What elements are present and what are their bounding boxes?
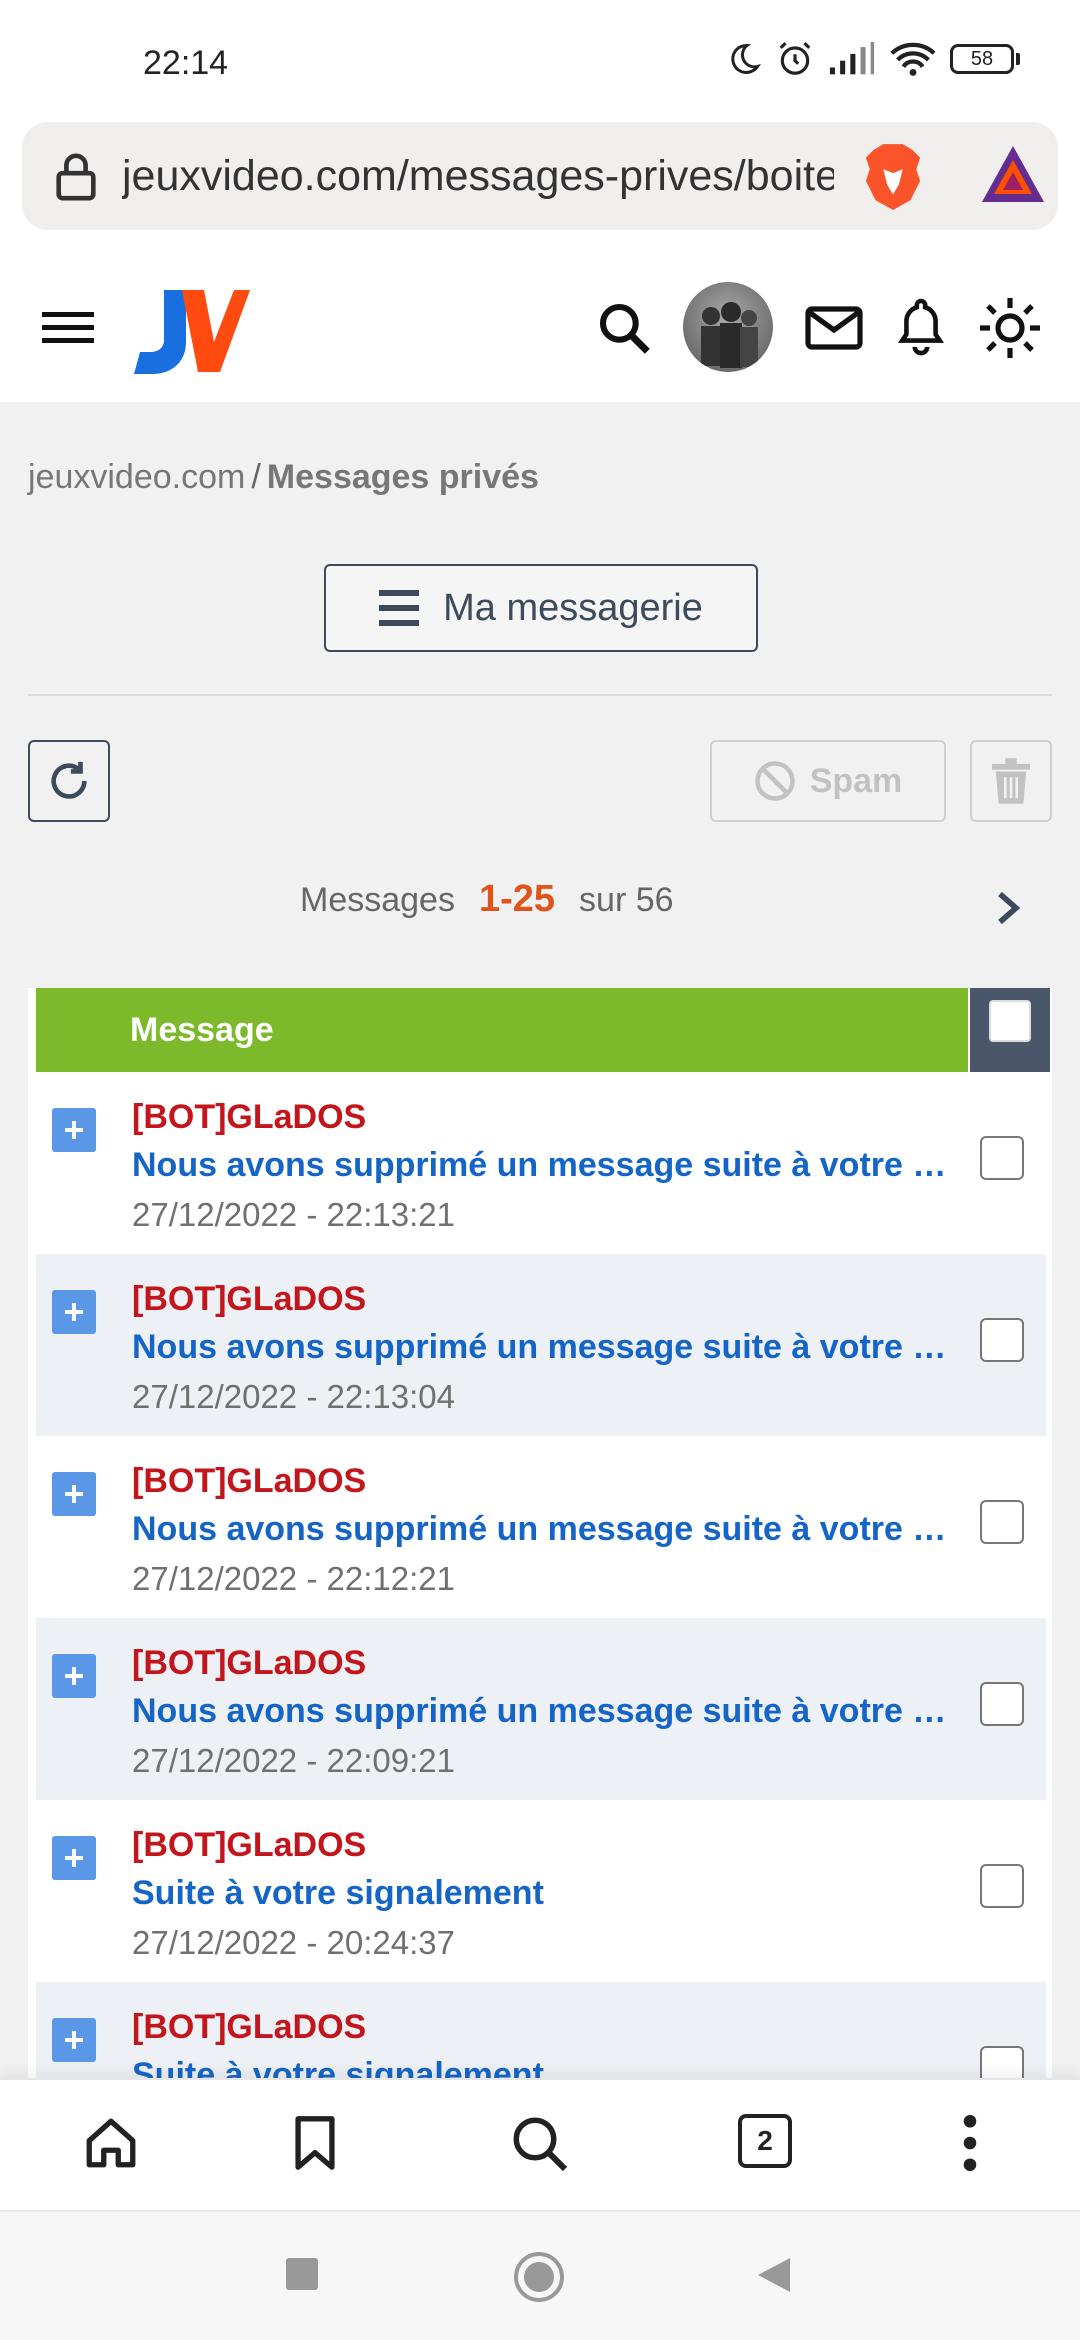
- message-subject[interactable]: Nous avons supprimé un message suite à v…: [132, 1328, 952, 1367]
- site-header: [0, 248, 1080, 402]
- plus-icon[interactable]: [52, 2018, 96, 2062]
- search-icon[interactable]: [510, 2114, 570, 2174]
- hamburger-icon[interactable]: [42, 310, 94, 346]
- message-author[interactable]: [BOT]GLaDOS: [132, 1280, 366, 1319]
- spam-button[interactable]: Spam: [710, 740, 946, 822]
- lock-icon: [56, 153, 96, 201]
- table-row[interactable]: [BOT]GLaDOS Suite à votre signalement 27…: [36, 1800, 1046, 1982]
- back-triangle-icon[interactable]: [756, 2256, 792, 2294]
- ma-messagerie-button[interactable]: Ma messagerie: [324, 564, 758, 652]
- ma-messagerie-label: Ma messagerie: [443, 586, 703, 629]
- table-row[interactable]: [BOT]GLaDOS Nous avons supprimé un messa…: [36, 1618, 1046, 1800]
- message-author[interactable]: [BOT]GLaDOS: [132, 1462, 366, 1501]
- plus-icon[interactable]: [52, 1108, 96, 1152]
- row-checkbox[interactable]: [980, 1500, 1024, 1544]
- bookmark-icon[interactable]: [290, 2114, 340, 2172]
- message-subject[interactable]: Nous avons supprimé un message suite à v…: [132, 1692, 952, 1731]
- pagination-prefix: Messages: [300, 881, 455, 919]
- breadcrumb-home[interactable]: jeuxvideo.com: [28, 458, 245, 496]
- refresh-icon: [51, 761, 87, 799]
- row-checkbox[interactable]: [980, 1864, 1024, 1908]
- message-date: 27/12/2022 - 22:13:21: [132, 1196, 455, 1233]
- breadcrumb-current: Messages privés: [266, 458, 539, 496]
- row-checkbox[interactable]: [980, 1136, 1024, 1180]
- list-icon: [379, 590, 420, 626]
- message-subject[interactable]: Suite à votre signalement: [132, 1874, 952, 1913]
- select-all-checkbox[interactable]: [970, 988, 1050, 1072]
- main-content: jeuxvideo.com / Messages privés Ma message…: [0, 402, 1080, 2078]
- spam-block-icon: [754, 761, 795, 801]
- messages-table: Message [BOT]GLaDOS Nous avons supprimé …: [28, 988, 1052, 2078]
- address-bar[interactable]: jeuxvideo.com/messages-prives/boite-rece…: [22, 122, 1058, 230]
- message-date: 27/12/2022 - 20:24:37: [132, 1924, 455, 1961]
- url-text[interactable]: jeuxvideo.com/messages-prives/boite-rece…: [122, 148, 834, 204]
- table-row[interactable]: [BOT]GLaDOS Nous avons supprimé un messa…: [36, 1254, 1046, 1436]
- status-icons: 58: [726, 40, 1020, 78]
- table-row[interactable]: [BOT]GLaDOS Nous avons supprimé un messa…: [36, 1072, 1046, 1254]
- browser-toolbar: 2: [0, 2078, 1080, 2210]
- pagination-total: sur 56: [579, 881, 674, 919]
- avatar[interactable]: [683, 282, 773, 372]
- moon-icon: [731, 43, 761, 74]
- plus-icon[interactable]: [52, 1472, 96, 1516]
- pagination-info: Messages 1-25 sur 56: [300, 878, 674, 921]
- battery-icon: 58: [950, 44, 1020, 74]
- breadcrumb-separator: /: [251, 458, 261, 496]
- home-icon[interactable]: [82, 2114, 140, 2172]
- plus-icon[interactable]: [52, 1836, 96, 1880]
- alarm-icon: [779, 42, 811, 75]
- message-author[interactable]: [BOT]GLaDOS: [132, 1644, 366, 1683]
- status-time: 22:14: [143, 44, 229, 82]
- spam-label: Spam: [809, 761, 903, 800]
- theme-sun-icon[interactable]: [978, 296, 1042, 360]
- refresh-button[interactable]: [28, 740, 110, 822]
- delete-button[interactable]: [970, 740, 1052, 822]
- home-circle-icon[interactable]: [512, 2250, 566, 2304]
- table-header: Message: [28, 988, 1052, 1072]
- row-checkbox[interactable]: [980, 2046, 1024, 2078]
- tabs-icon[interactable]: 2: [738, 2114, 792, 2168]
- row-checkbox[interactable]: [980, 1318, 1024, 1362]
- table-row[interactable]: [BOT]GLaDOS Suite à votre signalement: [36, 1982, 1046, 2078]
- breadcrumb: jeuxvideo.com / Messages privés: [28, 458, 539, 497]
- message-subject[interactable]: Suite à votre signalement: [132, 2056, 952, 2078]
- recents-square-icon[interactable]: [284, 2256, 320, 2292]
- system-nav-bar: [0, 2210, 1080, 2340]
- pagination-range: 1-25: [478, 878, 556, 920]
- message-author[interactable]: [BOT]GLaDOS: [132, 1098, 366, 1137]
- message-date: 27/12/2022 - 22:13:04: [132, 1378, 455, 1415]
- row-checkbox[interactable]: [980, 1682, 1024, 1726]
- divider: [28, 694, 1052, 696]
- trash-icon: [992, 758, 1030, 804]
- plus-icon[interactable]: [52, 1654, 96, 1698]
- chevron-right-icon[interactable]: [996, 890, 1022, 926]
- signal-icon: [829, 42, 875, 75]
- more-vertical-icon[interactable]: [956, 2114, 984, 2172]
- column-header-message: Message: [36, 988, 968, 1072]
- plus-icon[interactable]: [52, 1290, 96, 1334]
- message-date: 27/12/2022 - 22:12:21: [132, 1560, 455, 1597]
- battery-level: 58: [950, 44, 1014, 74]
- wifi-icon: [890, 42, 936, 76]
- search-icon[interactable]: [596, 300, 652, 356]
- message-subject[interactable]: Nous avons supprimé un message suite à v…: [132, 1510, 952, 1549]
- table-row[interactable]: [BOT]GLaDOS Nous avons supprimé un messa…: [36, 1436, 1046, 1618]
- message-author[interactable]: [BOT]GLaDOS: [132, 2008, 366, 2047]
- bell-icon[interactable]: [896, 296, 946, 356]
- jv-logo[interactable]: [128, 284, 250, 376]
- message-date: 27/12/2022 - 22:09:21: [132, 1742, 455, 1779]
- message-subject[interactable]: Nous avons supprimé un message suite à v…: [132, 1146, 952, 1185]
- message-author[interactable]: [BOT]GLaDOS: [132, 1826, 366, 1865]
- brave-lion-icon[interactable]: [862, 142, 924, 212]
- status-bar: 22:14 58: [0, 0, 1080, 118]
- mail-icon[interactable]: [805, 306, 863, 350]
- bat-triangle-icon[interactable]: [980, 144, 1046, 204]
